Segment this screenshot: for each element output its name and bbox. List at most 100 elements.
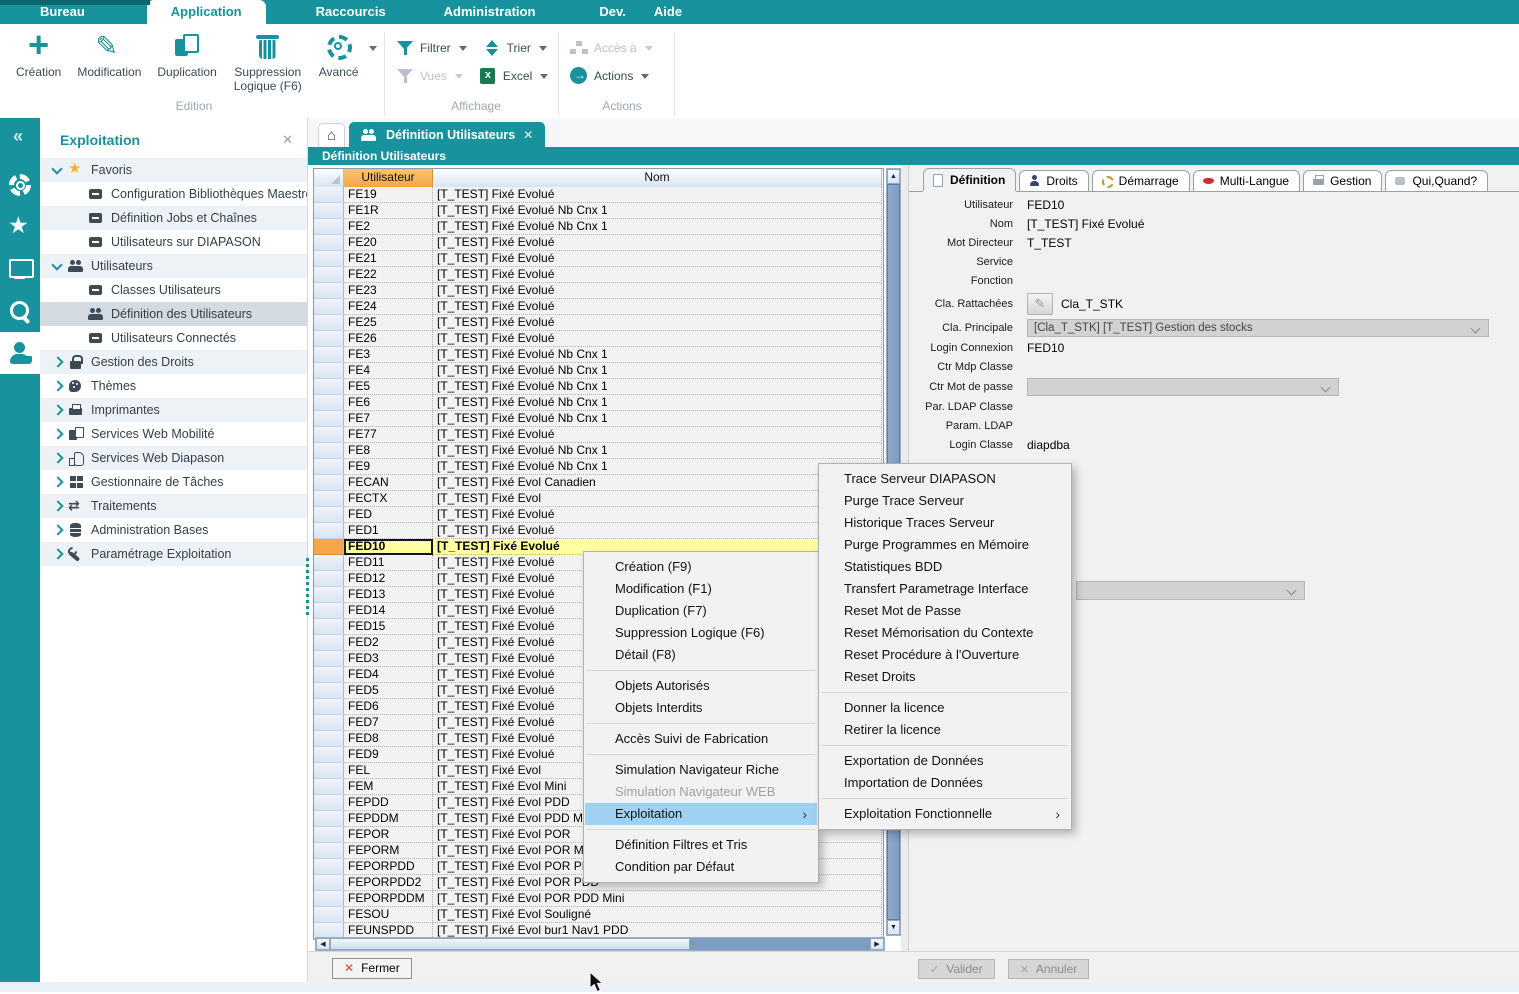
- detail-tab[interactable]: Démarrage: [1092, 170, 1190, 191]
- row-selector[interactable]: [314, 747, 344, 763]
- row-selector[interactable]: [314, 539, 344, 555]
- name-cell[interactable]: [T_TEST] Fixé Evolué Nb Cnx 1: [433, 219, 882, 235]
- name-cell[interactable]: [T_TEST] Fixé Evolué: [433, 235, 882, 251]
- row-selector[interactable]: [314, 603, 344, 619]
- table-row[interactable]: FE23 [T_TEST] Fixé Evolué: [314, 283, 883, 299]
- name-cell[interactable]: [T_TEST] Fixé Evolué: [433, 427, 882, 443]
- detail-tab[interactable]: Qui,Quand?: [1385, 170, 1488, 191]
- tree-item[interactable]: Thèmes: [40, 374, 307, 398]
- chevron-icon[interactable]: [50, 259, 66, 273]
- user-cell[interactable]: FED10: [344, 539, 433, 555]
- user-cell[interactable]: FEPOR: [344, 827, 433, 843]
- tree-item[interactable]: Utilisateurs Connectés: [40, 326, 307, 350]
- user-cell[interactable]: FE9: [344, 459, 433, 475]
- user-cell[interactable]: FEPDDM: [344, 811, 433, 827]
- chevron-down-icon[interactable]: [540, 74, 548, 79]
- row-selector[interactable]: [314, 347, 344, 363]
- chevron-icon[interactable]: [50, 475, 66, 489]
- user-cell[interactable]: FE1R: [344, 203, 433, 219]
- name-cell[interactable]: [T_TEST] Fixé Evolué Nb Cnx 1: [433, 347, 882, 363]
- tree-item[interactable]: Services Web Mobilité: [40, 422, 307, 446]
- row-selector[interactable]: [314, 827, 344, 843]
- user-cell[interactable]: FED1: [344, 523, 433, 539]
- row-selector[interactable]: [314, 283, 344, 299]
- row-selector[interactable]: [314, 891, 344, 907]
- row-selector[interactable]: [314, 763, 344, 779]
- rail-modules-button[interactable]: [0, 164, 40, 206]
- row-selector[interactable]: [314, 555, 344, 571]
- vues-button[interactable]: Vues: [396, 66, 463, 86]
- menubar-tab[interactable]: Application: [147, 0, 266, 24]
- annuler-button[interactable]: ✕ Annuler: [1008, 959, 1090, 979]
- row-selector[interactable]: [314, 507, 344, 523]
- row-selector[interactable]: [314, 907, 344, 923]
- submenu-item[interactable]: Purge Trace Serveur: [820, 490, 1070, 512]
- field-value[interactable]: diapdba: [1027, 438, 1070, 452]
- modification-button[interactable]: Modification: [69, 28, 149, 79]
- creation-button[interactable]: Création: [8, 28, 69, 79]
- row-selector[interactable]: [314, 187, 344, 203]
- column-header-utilisateur[interactable]: Utilisateur: [344, 169, 433, 187]
- name-cell[interactable]: [T_TEST] Fixé Evolué: [433, 283, 882, 299]
- detail-tab[interactable]: Définition: [923, 168, 1016, 191]
- duplication-button[interactable]: Duplication: [149, 28, 224, 79]
- field-value[interactable]: T_TEST: [1027, 236, 1072, 250]
- scroll-down-button[interactable]: ▼: [887, 920, 900, 935]
- user-cell[interactable]: FE26: [344, 331, 433, 347]
- row-selector[interactable]: [314, 363, 344, 379]
- context-menu-item[interactable]: Simulation Navigateur Riche: [585, 759, 817, 781]
- row-selector[interactable]: [314, 731, 344, 747]
- submenu-item[interactable]: [822, 798, 1068, 799]
- submenu-item[interactable]: Retirer la licence: [820, 719, 1070, 741]
- submenu-item[interactable]: [822, 692, 1068, 693]
- horizontal-scrollbar[interactable]: ◀ ▶: [315, 937, 885, 951]
- tree-item[interactable]: Définition des Utilisateurs: [40, 302, 307, 326]
- name-cell[interactable]: [T_TEST] Fixé Evolué: [433, 507, 882, 523]
- table-row[interactable]: FECAN [T_TEST] Fixé Evol Canadien: [314, 475, 883, 491]
- name-cell[interactable]: [T_TEST] Fixé Evolué Nb Cnx 1: [433, 411, 882, 427]
- user-cell[interactable]: FEPDD: [344, 795, 433, 811]
- menubar-tab[interactable]: Aide: [640, 0, 696, 24]
- row-selector[interactable]: [314, 251, 344, 267]
- close-icon[interactable]: ✕: [523, 128, 533, 142]
- menubar-tab[interactable]: Dev.: [585, 0, 640, 24]
- chevron-icon[interactable]: [50, 379, 66, 393]
- user-cell[interactable]: FED5: [344, 683, 433, 699]
- tree-item[interactable]: Gestionnaire de Tâches: [40, 470, 307, 494]
- user-cell[interactable]: FE6: [344, 395, 433, 411]
- table-row[interactable]: FESOU [T_TEST] Fixé Evol Souligné: [314, 907, 883, 923]
- user-cell[interactable]: FEPORPDDM: [344, 891, 433, 907]
- row-selector[interactable]: [314, 779, 344, 795]
- user-cell[interactable]: FED11: [344, 555, 433, 571]
- name-cell[interactable]: [T_TEST] Fixé Evol POR PDD Mini: [433, 891, 882, 907]
- context-menu-item[interactable]: Accès Suivi de Fabrication: [585, 728, 817, 750]
- context-menu-item[interactable]: Simulation Navigateur WEB: [585, 781, 817, 803]
- row-selector[interactable]: [314, 475, 344, 491]
- row-selector[interactable]: [314, 267, 344, 283]
- field-value[interactable]: [1027, 378, 1339, 396]
- submenu-item[interactable]: Trace Serveur DIAPASON: [820, 468, 1070, 490]
- column-header-nom[interactable]: Nom: [433, 169, 882, 187]
- submenu-item[interactable]: Reset Mot de Passe: [820, 600, 1070, 622]
- user-cell[interactable]: FED8: [344, 731, 433, 747]
- suppression-logique-button[interactable]: Suppression Logique (F6): [225, 28, 311, 94]
- table-row[interactable]: FE24 [T_TEST] Fixé Evolué: [314, 299, 883, 315]
- row-selector[interactable]: [314, 843, 344, 859]
- name-cell[interactable]: [T_TEST] Fixé Evolué Nb Cnx 1: [433, 459, 882, 475]
- tree-item[interactable]: Gestion des Droits: [40, 350, 307, 374]
- user-cell[interactable]: FED13: [344, 587, 433, 603]
- row-selector[interactable]: [314, 331, 344, 347]
- submenu-item[interactable]: Exploitation Fonctionnelle: [820, 803, 1070, 825]
- name-cell[interactable]: [T_TEST] Fixé Evol Canadien: [433, 475, 882, 491]
- context-menu-item[interactable]: Création (F9): [585, 556, 817, 578]
- table-row[interactable]: FE1R [T_TEST] Fixé Evolué Nb Cnx 1: [314, 203, 883, 219]
- user-cell[interactable]: FEM: [344, 779, 433, 795]
- fermer-button[interactable]: ✕ Fermer: [332, 958, 412, 979]
- submenu-item[interactable]: [822, 745, 1068, 746]
- name-cell[interactable]: [T_TEST] Fixé Evolué: [433, 299, 882, 315]
- user-cell[interactable]: FE21: [344, 251, 433, 267]
- table-row[interactable]: FE22 [T_TEST] Fixé Evolué: [314, 267, 883, 283]
- table-row[interactable]: FEPORPDDM [T_TEST] Fixé Evol POR PDD Min…: [314, 891, 883, 907]
- context-menu-item[interactable]: [587, 723, 815, 724]
- submenu-item[interactable]: Reset Mémorisation du Contexte: [820, 622, 1070, 644]
